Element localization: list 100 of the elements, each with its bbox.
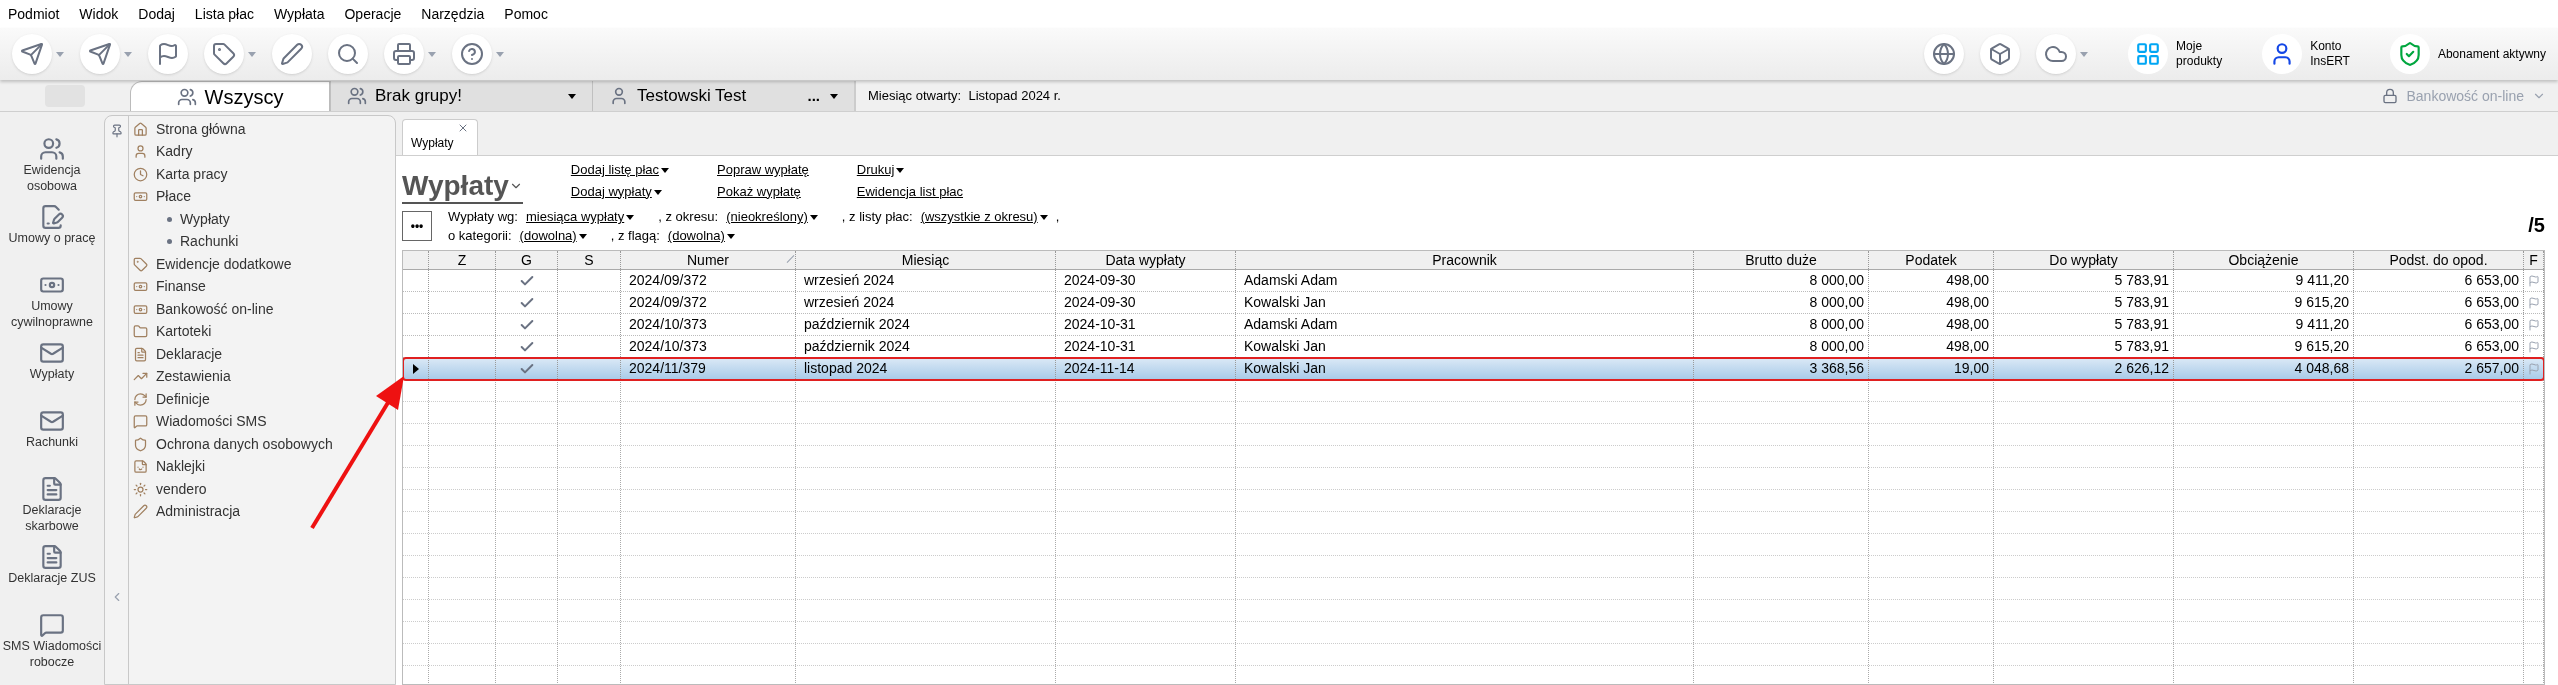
printer-icon[interactable] xyxy=(384,34,424,74)
column-header[interactable]: Pracownik xyxy=(1236,251,1694,269)
cube-icon[interactable] xyxy=(1980,34,2021,74)
column-header[interactable]: Z xyxy=(429,251,496,269)
pen-icon[interactable] xyxy=(272,34,312,74)
table-cell-text: październik 2024 xyxy=(803,315,911,334)
column-header[interactable]: Podatek xyxy=(1869,251,1994,269)
column-header[interactable]: Obciążenie xyxy=(2174,251,2354,269)
column-header[interactable]: Data wypłaty xyxy=(1056,251,1236,269)
module-button[interactable]: Deklaracje skarbowe xyxy=(0,472,104,538)
nav-item[interactable]: Finanse xyxy=(133,275,333,298)
contract-icon xyxy=(39,204,65,230)
nav-item[interactable]: Ewidencje dodatkowe xyxy=(133,253,333,276)
menu-item[interactable]: Dodaj xyxy=(138,3,175,25)
toolbar-label[interactable]: Konto InsERT xyxy=(2310,39,2350,69)
column-header[interactable]: Brutto duże xyxy=(1694,251,1869,269)
module-button[interactable]: Umowy cywilnoprawne xyxy=(0,268,104,334)
action-link[interactable]: Pokaż wypłatę xyxy=(717,181,809,201)
table-cell-text: Adamski Adam xyxy=(1243,271,1339,290)
toolbar-label[interactable]: Abonament aktywny xyxy=(2437,46,2546,62)
user-icon xyxy=(133,144,148,160)
filter-value[interactable]: (dowolna) xyxy=(667,226,735,245)
module-button[interactable]: SMS Wiadomości robocze xyxy=(0,608,104,674)
table-row[interactable]: 2024/09/372 wrzesień 2024 2024-09-30 Adamski Adam 8 000,00 498,00 5 783,91 9 411,20 6 653,00 xyxy=(403,270,2544,292)
nav-item[interactable]: Kadry xyxy=(133,140,333,163)
nav-item[interactable]: Wiadomości SMS xyxy=(133,410,333,433)
table-cell-text: wrzesień 2024 xyxy=(803,293,896,312)
nav-item[interactable]: Zestawienia xyxy=(133,365,333,388)
nav-item[interactable]: Kartoteki xyxy=(133,320,333,343)
close-icon[interactable] xyxy=(457,122,469,134)
menu-item[interactable]: Widok xyxy=(79,3,119,25)
table-row[interactable]: 2024/09/372 wrzesień 2024 2024-09-30 Kowalski Jan 8 000,00 498,00 5 783,91 9 615,20 6 653,00 xyxy=(403,292,2544,314)
table-row[interactable]: 2024/11/379 listopad 2024 2024-11-14 Kowalski Jan 3 368,56 19,00 2 626,12 4 048,68 2 657,00 xyxy=(403,358,2544,380)
menu-item[interactable]: Narzędzia xyxy=(421,3,485,25)
menu-item[interactable]: Wypłata xyxy=(274,3,325,25)
group-tab[interactable]: Wszyscy xyxy=(130,81,330,111)
action-link[interactable]: Dodaj listę płac xyxy=(570,160,669,180)
shield-icon[interactable] xyxy=(2389,34,2430,74)
grid-icon[interactable] xyxy=(2128,34,2169,74)
nav-item[interactable]: Administracja xyxy=(133,500,333,523)
more-button[interactable]: ••• xyxy=(402,211,432,241)
module-button[interactable]: Ewidencja osobowa xyxy=(0,132,104,198)
nav-item[interactable]: Wypłaty xyxy=(133,208,333,231)
tag-icon[interactable] xyxy=(204,34,244,74)
module-button[interactable]: Umowy o pracę xyxy=(0,200,104,266)
nav-item[interactable]: Płace xyxy=(133,185,333,208)
table-cell-text: 498,00 xyxy=(1945,315,1990,334)
nav-item[interactable]: vendero xyxy=(133,478,333,501)
column-header[interactable]: Podst. do opod. xyxy=(2354,251,2524,269)
pin-icon[interactable] xyxy=(109,124,124,138)
column-header[interactable]: Do wypłaty xyxy=(1994,251,2174,269)
module-button[interactable]: Rachunki xyxy=(0,404,104,470)
nav-item[interactable]: Naklejki xyxy=(133,455,333,478)
help-icon[interactable] xyxy=(452,34,492,74)
table-cell-text: 8 000,00 xyxy=(1808,315,1865,334)
table-cell-text: 2024/11/379 xyxy=(628,359,707,378)
filter-label: , z flagą: xyxy=(610,227,660,245)
tab-label: Testowski Test xyxy=(637,85,748,108)
table-cell-text: Kowalski Jan xyxy=(1243,359,1327,378)
column-header[interactable]: Numer xyxy=(621,251,796,269)
table-cell-text: 5 783,91 xyxy=(2113,293,2170,312)
menu-item[interactable]: Operacje xyxy=(344,3,402,25)
menu-item[interactable]: Lista płac xyxy=(194,3,254,25)
search-icon[interactable] xyxy=(328,34,368,74)
column-header[interactable]: Miesiąc xyxy=(796,251,1056,269)
flag-icon xyxy=(2527,340,2540,353)
action-link[interactable]: Dodaj wypłaty xyxy=(570,181,669,201)
nav-item[interactable]: Strona główna xyxy=(133,118,333,141)
user-icon[interactable] xyxy=(2262,34,2303,74)
filter-value[interactable]: (dowolna) xyxy=(519,226,587,245)
nav-item[interactable]: Karta pracy xyxy=(133,163,333,186)
column-header[interactable]: F xyxy=(2524,251,2544,269)
nav-item[interactable]: Ochrona danych osobowych xyxy=(133,433,333,456)
column-header[interactable]: G xyxy=(496,251,558,269)
people-icon xyxy=(39,136,65,162)
nav-item[interactable]: Rachunki xyxy=(133,230,333,253)
nav-item[interactable]: Deklaracje xyxy=(133,343,333,366)
menu-item[interactable]: Pomoc xyxy=(504,3,548,25)
flag-icon[interactable] xyxy=(148,34,188,74)
filter-value[interactable]: miesiąca wypłaty xyxy=(525,207,635,226)
table-row[interactable]: 2024/10/373 październik 2024 2024-10-31 Adamski Adam 8 000,00 498,00 5 783,91 9 411,20 6 653,00 xyxy=(403,314,2544,336)
module-button[interactable]: Deklaracje ZUS xyxy=(0,540,104,606)
cloud-icon[interactable] xyxy=(2036,34,2077,74)
action-link[interactable]: Drukuj xyxy=(856,160,963,180)
filter-value[interactable]: (wszystkie z okresu) xyxy=(920,207,1048,226)
globe-icon[interactable] xyxy=(1924,34,1965,74)
group-tab[interactable]: Brak grupy! xyxy=(330,81,592,111)
module-button[interactable]: Wypłaty xyxy=(0,336,104,402)
column-header[interactable]: S xyxy=(558,251,621,269)
menu-item[interactable]: Podmiot xyxy=(8,3,60,25)
nav-item[interactable]: Definicje xyxy=(133,388,333,411)
action-link[interactable]: Popraw wypłatę xyxy=(717,160,809,180)
page-title[interactable]: Wypłaty xyxy=(402,170,523,204)
group-tab[interactable]: Testowski Test ... xyxy=(592,81,854,111)
toolbar-label[interactable]: Moje produkty xyxy=(2176,39,2223,69)
document-tab[interactable]: Wypłaty xyxy=(402,119,478,155)
nav-item[interactable]: Bankowość on-line xyxy=(133,298,333,321)
caret-icon xyxy=(578,234,587,240)
action-link[interactable]: Ewidencja list płac xyxy=(856,181,963,201)
filter-value[interactable]: (nieokreślony) xyxy=(726,207,818,226)
